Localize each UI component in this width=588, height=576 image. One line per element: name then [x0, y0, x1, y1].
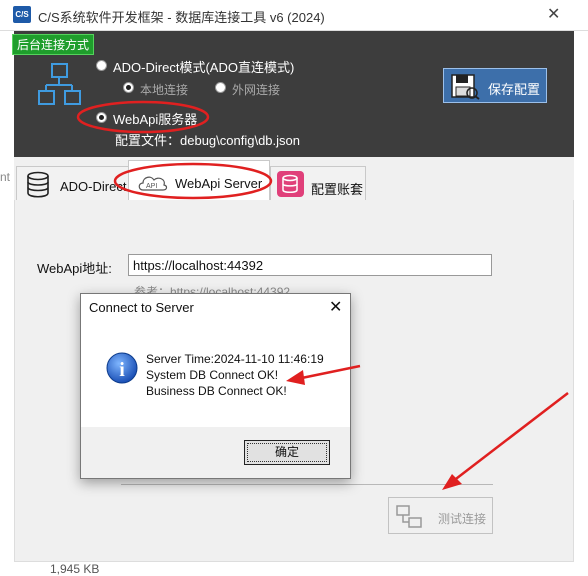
annotation-arrow-line-button [447, 392, 569, 486]
annotation-overlay [76, 100, 569, 490]
annotation-arrowhead-dialog [286, 370, 305, 385]
annotation-ellipse-tab [113, 162, 273, 200]
annotation-ellipse-webapi [76, 100, 210, 134]
